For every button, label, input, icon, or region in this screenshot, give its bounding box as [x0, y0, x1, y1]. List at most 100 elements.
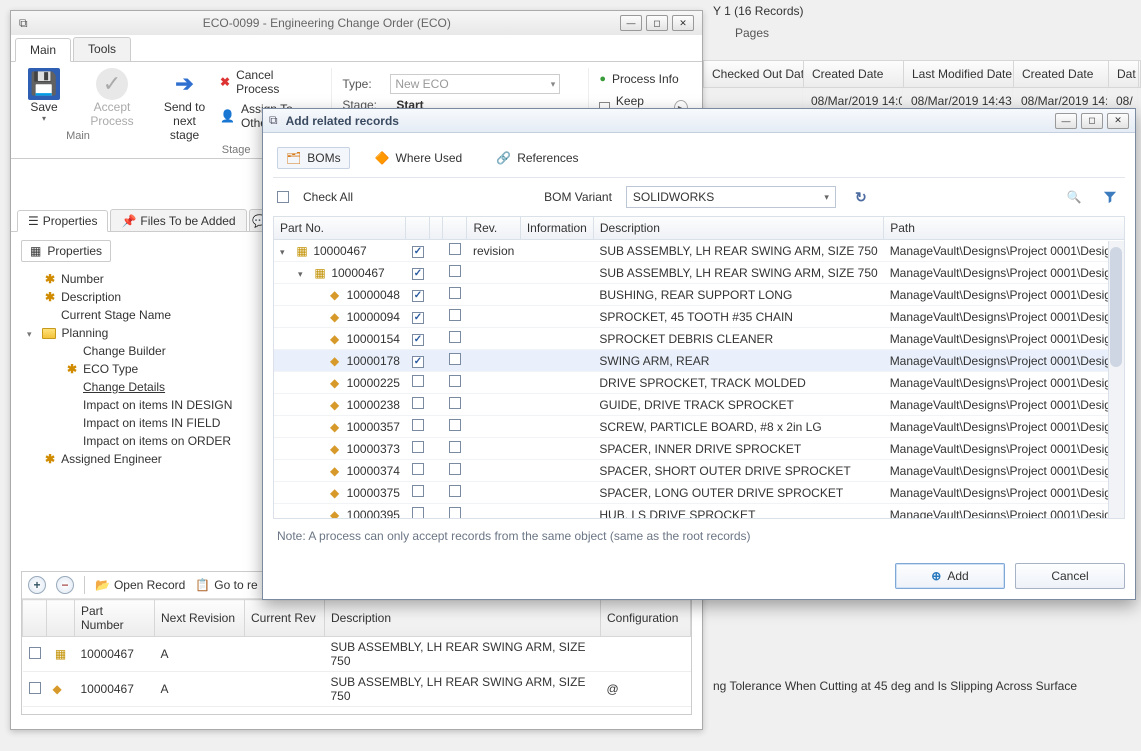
- row-checkbox[interactable]: [412, 356, 424, 368]
- row-checkbox2[interactable]: [449, 243, 461, 255]
- row-checkbox2[interactable]: [449, 463, 461, 475]
- dialog-minimize-button[interactable]: —: [1055, 113, 1077, 129]
- add-item-button[interactable]: +: [28, 576, 46, 594]
- bom-variant-dropdown[interactable]: SOLIDWORKS▾: [626, 186, 836, 208]
- row-checkbox2[interactable]: [449, 309, 461, 321]
- row-checkbox2[interactable]: [449, 485, 461, 497]
- col-config[interactable]: Configuration: [601, 600, 691, 637]
- bom-row[interactable]: ◆ 10000374SPACER, SHORT OUTER DRIVE SPRO…: [274, 460, 1125, 482]
- bom-row[interactable]: ◆ 10000154SPROCKET DEBRIS CLEANERManageV…: [274, 328, 1125, 350]
- dialog-close-button[interactable]: ✕: [1107, 113, 1129, 129]
- add-button[interactable]: ⊕Add: [895, 563, 1005, 589]
- refresh-button[interactable]: [850, 186, 872, 208]
- cancel-process-button[interactable]: ✖ Cancel Process: [220, 68, 313, 96]
- minimize-button[interactable]: —: [620, 15, 642, 31]
- chevron-down-icon: [27, 326, 36, 340]
- col-created[interactable]: Created Date: [804, 61, 904, 87]
- tab-where-used[interactable]: 🔶Where Used: [366, 147, 472, 169]
- remove-item-button[interactable]: −: [56, 576, 74, 594]
- col-part-number[interactable]: Part Number: [75, 600, 155, 637]
- col-rev[interactable]: Rev.: [467, 217, 520, 240]
- tab-references[interactable]: 🔗References: [487, 147, 587, 169]
- eco-titlebar[interactable]: ⧉ ECO-0099 - Engineering Change Order (E…: [11, 11, 702, 35]
- scroll-thumb[interactable]: [1110, 247, 1122, 367]
- col-modified[interactable]: Last Modified Date: [904, 61, 1014, 87]
- tab-boms[interactable]: 🗂BOMs: [277, 147, 350, 169]
- vertical-scrollbar[interactable]: [1108, 241, 1124, 518]
- goto-record-button[interactable]: 📋 Go to re: [195, 578, 257, 592]
- row-checkbox[interactable]: [412, 441, 424, 453]
- col-path[interactable]: Path: [884, 217, 1125, 240]
- row-checkbox[interactable]: [412, 397, 424, 409]
- maximize-button[interactable]: ◻: [646, 15, 668, 31]
- tab-properties[interactable]: ☰ Properties: [17, 210, 108, 232]
- row-checkbox[interactable]: [412, 507, 424, 519]
- check-all-checkbox[interactable]: [277, 191, 289, 203]
- bom-row[interactable]: ◆ 10000373SPACER, INNER DRIVE SPROCKETMa…: [274, 438, 1125, 460]
- chevron-icon[interactable]: ▾: [298, 269, 308, 280]
- row-checkbox2[interactable]: [449, 419, 461, 431]
- bom-row[interactable]: ◆ 10000225DRIVE SPROCKET, TRACK MOLDEDMa…: [274, 372, 1125, 394]
- col-description[interactable]: Description: [593, 217, 883, 240]
- col-created2[interactable]: Created Date: [1014, 61, 1109, 87]
- row-checkbox2[interactable]: [449, 265, 461, 277]
- row-checkbox2[interactable]: [449, 287, 461, 299]
- col-check1[interactable]: [406, 217, 430, 240]
- bom-row[interactable]: ◆ 10000094SPROCKET, 45 TOOTH #35 CHAINMa…: [274, 306, 1125, 328]
- save-button[interactable]: 💾 Save ▾: [15, 68, 73, 123]
- row-checkbox[interactable]: [412, 419, 424, 431]
- affected-item-row[interactable]: ◆10000467ASUB ASSEMBLY, LH REAR SWING AR…: [23, 672, 691, 707]
- accept-process-button[interactable]: ✓ Accept Process: [83, 68, 141, 128]
- filter-button[interactable]: [1099, 186, 1121, 208]
- col-dat[interactable]: Dat: [1109, 61, 1139, 87]
- tab-files-to-add[interactable]: 📌 Files To be Added: [110, 209, 246, 231]
- row-checkbox[interactable]: [412, 290, 424, 302]
- row-checkbox2[interactable]: [449, 353, 461, 365]
- col-current-rev[interactable]: Current Rev: [245, 600, 325, 637]
- bom-row[interactable]: ▾▦ 10000467revisionSUB ASSEMBLY, LH REAR…: [274, 240, 1125, 262]
- row-checkbox[interactable]: [412, 246, 424, 258]
- chevron-icon[interactable]: ▾: [280, 247, 290, 258]
- bom-row[interactable]: ◆ 10000178SWING ARM, REARManageVault\Des…: [274, 350, 1125, 372]
- bom-row[interactable]: ◆ 10000395HUB, LS DRIVE SPROCKETManageVa…: [274, 504, 1125, 520]
- col-partno[interactable]: Part No.: [274, 217, 406, 240]
- bom-row[interactable]: ◆ 10000357SCREW, PARTICLE BOARD, #8 x 2i…: [274, 416, 1125, 438]
- row-checkbox[interactable]: [29, 647, 41, 659]
- row-checkbox[interactable]: [412, 312, 424, 324]
- dialog-titlebar[interactable]: ⧉ Add related records — ◻ ✕: [263, 109, 1135, 133]
- row-checkbox[interactable]: [29, 682, 41, 694]
- send-next-stage-button[interactable]: ➔ Send to next stage: [159, 68, 210, 142]
- bom-row[interactable]: ◆ 10000048BUSHING, REAR SUPPORT LONGMana…: [274, 284, 1125, 306]
- col-spacer[interactable]: [430, 217, 443, 240]
- bom-row[interactable]: ◆ 10000375SPACER, LONG OUTER DRIVE SPROC…: [274, 482, 1125, 504]
- dialog-maximize-button[interactable]: ◻: [1081, 113, 1103, 129]
- open-record-button[interactable]: 📂 Open Record: [95, 578, 185, 592]
- type-dropdown[interactable]: New ECO▾: [390, 74, 560, 94]
- col-desc[interactable]: Description: [325, 600, 601, 637]
- bom-row[interactable]: ▾▦ 10000467SUB ASSEMBLY, LH REAR SWING A…: [274, 262, 1125, 284]
- row-checkbox[interactable]: [412, 334, 424, 346]
- col-next-rev[interactable]: Next Revision: [155, 600, 245, 637]
- row-checkbox2[interactable]: [449, 375, 461, 387]
- row-checkbox[interactable]: [412, 268, 424, 280]
- row-checkbox2[interactable]: [449, 441, 461, 453]
- cancel-button[interactable]: Cancel: [1015, 563, 1125, 589]
- tab-tools[interactable]: Tools: [73, 37, 131, 61]
- search-button[interactable]: [1063, 186, 1085, 208]
- row-checkbox[interactable]: [412, 463, 424, 475]
- row-checkbox[interactable]: [412, 485, 424, 497]
- assembly-icon: ▦: [294, 244, 310, 258]
- process-info-label[interactable]: Process Info: [612, 72, 679, 86]
- affected-item-row[interactable]: ▦10000467ASUB ASSEMBLY, LH REAR SWING AR…: [23, 637, 691, 672]
- row-checkbox2[interactable]: [449, 331, 461, 343]
- tab-main[interactable]: Main: [15, 38, 71, 62]
- row-checkbox2[interactable]: [449, 507, 461, 519]
- close-button[interactable]: ✕: [672, 15, 694, 31]
- col-info[interactable]: Information: [520, 217, 593, 240]
- col-check2[interactable]: [443, 217, 467, 240]
- sub-tab-properties[interactable]: ▦ Properties: [21, 240, 111, 262]
- row-checkbox2[interactable]: [449, 397, 461, 409]
- bom-row[interactable]: ◆ 10000238GUIDE, DRIVE TRACK SPROCKETMan…: [274, 394, 1125, 416]
- row-checkbox[interactable]: [412, 375, 424, 387]
- col-checked-out[interactable]: Checked Out Date: [704, 61, 804, 87]
